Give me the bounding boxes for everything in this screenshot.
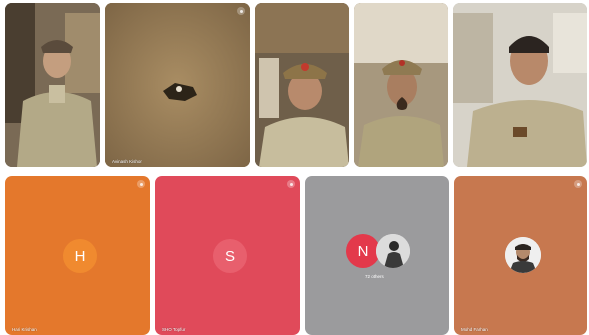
- group-avatar-photo: [376, 234, 410, 268]
- more-options-icon[interactable]: [287, 180, 295, 188]
- participant-avatar: S: [213, 239, 247, 273]
- participant-tile-7[interactable]: S SHO Topfur: [155, 176, 300, 335]
- more-options-icon[interactable]: [237, 7, 245, 15]
- participant-tile-2[interactable]: Avinash Kishor: [105, 3, 250, 167]
- participant-name: Hari Krishan: [12, 327, 37, 332]
- participant-avatar: H: [63, 239, 97, 273]
- person-photo-icon: [376, 234, 410, 268]
- avatar-initial: H: [74, 247, 86, 265]
- participant-tile-3[interactable]: [255, 3, 349, 167]
- more-options-icon[interactable]: [574, 180, 582, 188]
- participant-photo-avatar: [505, 237, 541, 273]
- participant-tile-9[interactable]: Mohd Farhan: [454, 176, 587, 335]
- participant-video-4: [354, 3, 448, 167]
- participant-name: Mohd Farhan: [461, 327, 488, 332]
- group-avatar-initial: N: [346, 234, 380, 268]
- participant-video-5: [453, 3, 587, 167]
- participant-video-3: [255, 3, 349, 167]
- participant-video-1: [5, 3, 100, 167]
- video-call-gallery: Avinash Kishor H Hari Krishan S SHO Topf…: [0, 0, 589, 335]
- participant-tile-6[interactable]: H Hari Krishan: [5, 176, 150, 335]
- person-photo-icon: [505, 237, 541, 273]
- avatar-initial: S: [224, 247, 235, 265]
- participant-tile-4[interactable]: [354, 3, 448, 167]
- participant-video-2: [105, 3, 250, 167]
- more-options-icon[interactable]: [137, 180, 145, 188]
- participant-tile-8[interactable]: N 72 others: [305, 176, 449, 335]
- participant-tile-1[interactable]: [5, 3, 100, 167]
- others-count-label: 72 others: [365, 274, 384, 279]
- participant-name: SHO Topfur: [162, 327, 186, 332]
- participant-name: Avinash Kishor: [112, 159, 142, 164]
- participant-tile-5[interactable]: [453, 3, 587, 167]
- avatar-initial: N: [357, 242, 369, 260]
